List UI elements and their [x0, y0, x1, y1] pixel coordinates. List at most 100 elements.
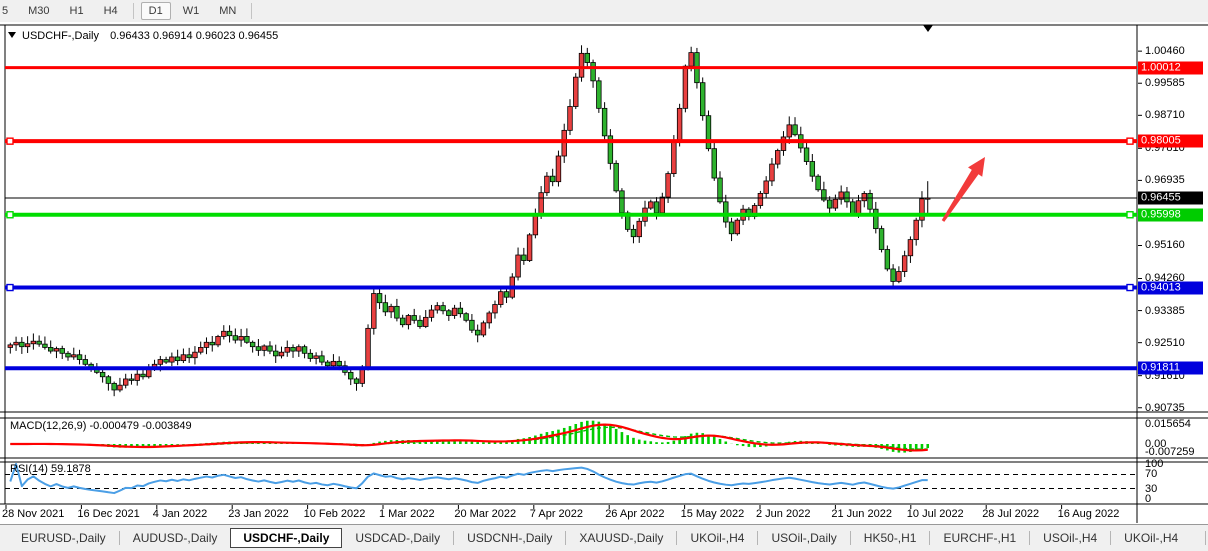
candle — [262, 346, 267, 350]
candle — [533, 215, 538, 235]
candle — [256, 347, 261, 351]
candle — [827, 200, 832, 208]
timeframe-button-5[interactable]: 5 — [0, 2, 16, 20]
candle — [452, 308, 457, 315]
tab-xauusd-daily[interactable]: XAUUSD-,Daily — [566, 528, 676, 548]
candle — [706, 116, 711, 149]
tabbar-divider — [1205, 531, 1206, 545]
tab-usdcnh-daily[interactable]: USDCNH-,Daily — [454, 528, 565, 548]
level-handle[interactable] — [7, 212, 13, 218]
tab-audusd-daily[interactable]: AUDUSD-,Daily — [120, 528, 231, 548]
candle — [337, 361, 342, 365]
candle — [868, 193, 873, 209]
candle — [198, 347, 203, 352]
candle — [141, 374, 146, 377]
candle — [458, 308, 463, 314]
chart-ohlc-values: 0.96433 0.96914 0.96023 0.96455 — [110, 30, 278, 42]
candle — [504, 292, 509, 298]
level-handle[interactable] — [7, 285, 13, 291]
candle — [25, 344, 30, 347]
candle — [250, 342, 255, 346]
candle — [43, 344, 48, 347]
tab-usdchf-daily[interactable]: USDCHF-,Daily — [230, 528, 342, 548]
date-axis-label: 10 Feb 2022 — [304, 508, 366, 520]
rsi-axis-label: 70 — [1145, 468, 1157, 480]
candle — [412, 316, 417, 321]
price-axis-label: 1.00460 — [1145, 45, 1185, 57]
tab-ukoil-h4[interactable]: UKOil-,H4 — [677, 528, 757, 548]
candle — [406, 316, 411, 325]
candle — [158, 360, 163, 365]
chart-window-tabbar: EURUSD-,DailyAUDUSD-,DailyUSDCHF-,DailyU… — [0, 524, 1208, 551]
toolbar-separator — [251, 3, 252, 19]
timeframe-button-H1[interactable]: H1 — [62, 2, 92, 20]
candle — [418, 320, 423, 326]
candle — [700, 83, 705, 116]
candle — [279, 352, 284, 356]
candle — [123, 379, 128, 385]
timeframe-button-D1[interactable]: D1 — [141, 2, 171, 20]
candle — [897, 272, 902, 282]
candle — [527, 235, 532, 261]
chart-shift-marker-icon[interactable] — [923, 25, 933, 32]
tab-ukoil-h4[interactable]: UKOil-,H4 — [1111, 528, 1191, 548]
timeframe-button-W1[interactable]: W1 — [175, 2, 208, 20]
candle — [60, 349, 65, 354]
candle — [729, 222, 734, 234]
tab-usoil-daily[interactable]: USOil-,Daily — [758, 528, 849, 548]
candle — [775, 151, 780, 165]
candlestick-chart[interactable] — [0, 22, 1208, 524]
candle — [516, 255, 521, 277]
candle — [637, 221, 642, 236]
candle — [770, 164, 775, 181]
candle — [175, 357, 180, 361]
candle — [77, 355, 82, 360]
tab-hk50-h1[interactable]: HK50-,H1 — [851, 528, 930, 548]
price-axis-label: 0.98710 — [1145, 109, 1185, 121]
timeframe-button-H4[interactable]: H4 — [96, 2, 126, 20]
level-handle[interactable] — [7, 138, 13, 144]
candle — [550, 176, 555, 182]
candle — [764, 181, 769, 193]
candle — [573, 77, 578, 106]
tab-eurchf-h1[interactable]: EURCHF-,H1 — [930, 528, 1029, 548]
timeframe-button-M30[interactable]: M30 — [20, 2, 57, 20]
candle — [308, 353, 313, 358]
candle — [100, 372, 105, 376]
candle — [874, 209, 879, 228]
candle — [239, 336, 244, 340]
level-handle[interactable] — [1127, 138, 1133, 144]
price-axis-badge: 0.96455 — [1138, 192, 1203, 205]
price-axis-label: 0.95160 — [1145, 239, 1185, 251]
tab-eurusd-daily[interactable]: EURUSD-,Daily — [8, 528, 119, 548]
trend-arrow-annotation[interactable] — [942, 157, 985, 222]
candle — [377, 294, 382, 303]
chart-menu-triangle-icon[interactable] — [8, 32, 16, 38]
candle — [423, 317, 428, 326]
candle — [204, 342, 209, 347]
macd-axis-label: -0.007259 — [1145, 446, 1195, 458]
candle — [487, 313, 492, 323]
candle — [48, 347, 53, 351]
candle — [297, 347, 302, 351]
candle — [8, 345, 13, 348]
candle — [20, 342, 25, 346]
tab-usdcad-daily[interactable]: USDCAD-,Daily — [342, 528, 453, 548]
candle — [723, 202, 728, 222]
candle — [285, 347, 290, 352]
candle — [672, 142, 677, 174]
candle — [291, 347, 296, 351]
level-handle[interactable] — [1127, 285, 1133, 291]
level-handle[interactable] — [1127, 212, 1133, 218]
candle — [464, 314, 469, 321]
chart-area[interactable]: USDCHF-,Daily 0.96433 0.96914 0.96023 0.… — [0, 22, 1208, 524]
candle — [585, 53, 590, 62]
candle — [146, 369, 151, 376]
candle — [908, 240, 913, 256]
candle — [435, 306, 440, 310]
candle — [845, 192, 850, 202]
timeframe-button-MN[interactable]: MN — [211, 2, 244, 20]
tab-usoil-h4[interactable]: USOil-,H4 — [1030, 528, 1110, 548]
candle — [539, 193, 544, 215]
candle — [325, 362, 330, 366]
